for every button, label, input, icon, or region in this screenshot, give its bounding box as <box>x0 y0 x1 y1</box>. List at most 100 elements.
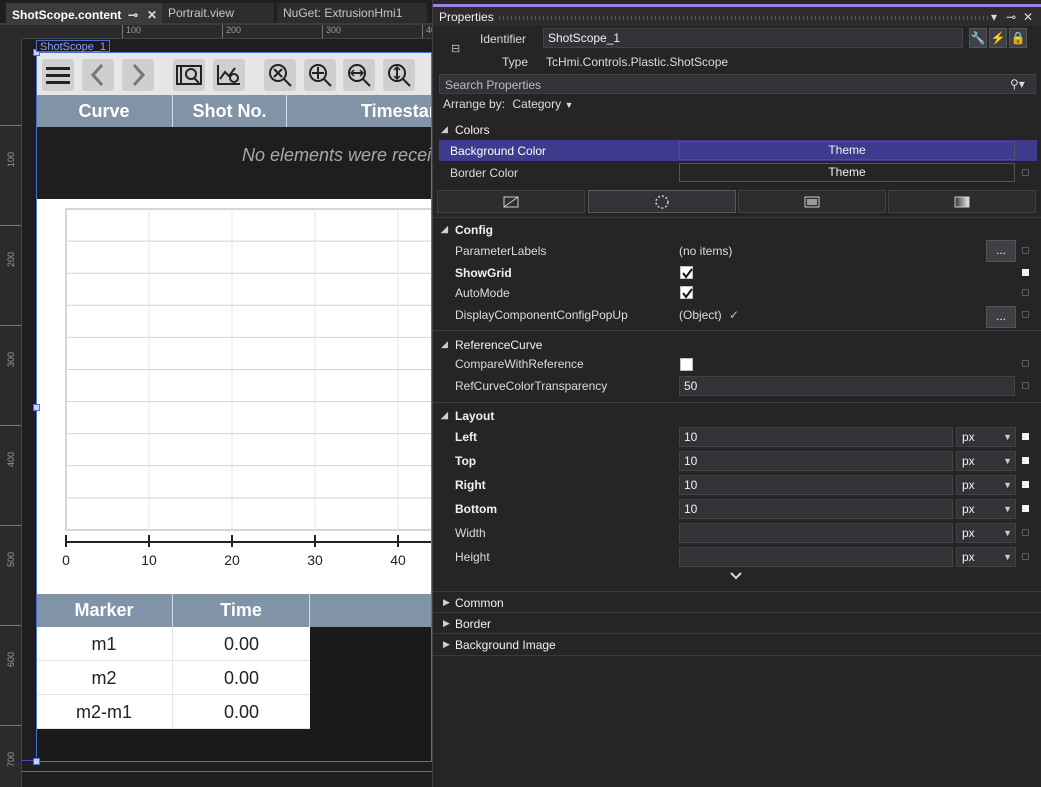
category-title: Colors <box>455 123 490 137</box>
transparency-input[interactable]: 50 <box>679 376 1015 396</box>
reset-marker[interactable] <box>1022 481 1029 488</box>
window-position-dropdown-icon[interactable]: ▾ <box>991 10 997 24</box>
unit-select[interactable]: px ▼ <box>956 499 1016 519</box>
pin-icon[interactable]: ⊸ <box>128 5 138 23</box>
search-properties-input[interactable]: Search Properties ⚲▾ <box>439 74 1036 94</box>
edit-collection-button[interactable]: ... <box>986 240 1016 262</box>
category-common[interactable]: ▶ Common <box>433 593 1041 613</box>
ruler-tick <box>0 725 21 726</box>
automode-checkbox[interactable] <box>680 286 693 299</box>
property-row-right[interactable]: Right 10 px ▼ <box>433 474 1041 496</box>
color-value[interactable]: Theme <box>679 163 1015 182</box>
reset-marker[interactable] <box>1022 433 1029 440</box>
ruler-tick <box>0 225 21 226</box>
tab-label: ShotScope.content <box>12 8 122 22</box>
reset-marker[interactable] <box>1022 382 1029 389</box>
property-name: RefCurveColorTransparency <box>455 379 608 393</box>
expand-triangle-icon: ▶ <box>443 639 450 649</box>
ruler-label: 500 <box>6 551 16 567</box>
chevron-down-icon <box>730 572 742 580</box>
tab-shotscope-content[interactable]: ShotScope.content ⊸ ✕ <box>6 3 162 23</box>
search-icon[interactable]: ⚲▾ <box>1010 77 1025 91</box>
ruler-tick <box>0 625 21 626</box>
property-row-width[interactable]: Width px ▼ <box>433 522 1041 544</box>
properties-panel: Properties ▾ ⊸ ✕ ⊟ Identifier ShotScope_… <box>432 0 1041 787</box>
right-input[interactable]: 10 <box>679 475 953 495</box>
height-input[interactable] <box>679 547 953 567</box>
type-value: TcHmi.Controls.Plastic.ShotScope <box>546 55 729 69</box>
properties-view-button[interactable]: 🔧 <box>969 28 987 48</box>
property-row-comparewithreference[interactable]: CompareWithReference <box>433 353 1041 375</box>
pin-icon[interactable]: ⊸ <box>1006 10 1016 24</box>
identifier-input[interactable]: ShotScope_1 <box>543 28 963 48</box>
drag-grip[interactable] <box>499 16 989 20</box>
unit-select[interactable]: px ▼ <box>956 547 1016 567</box>
reset-marker[interactable] <box>1022 269 1029 276</box>
category-colors[interactable]: ◢ Colors <box>433 120 1041 140</box>
unit-select[interactable]: px ▼ <box>956 427 1016 447</box>
reset-marker[interactable] <box>1022 529 1029 536</box>
reset-marker[interactable] <box>1022 505 1029 512</box>
arrange-label: Arrange by: <box>443 97 506 111</box>
close-icon[interactable]: ✕ <box>147 5 157 23</box>
checkmark-icon <box>682 288 693 299</box>
color-value[interactable]: Theme <box>679 141 1015 160</box>
edit-object-button[interactable]: ... <box>986 306 1016 328</box>
reset-marker[interactable] <box>1022 457 1029 464</box>
ruler-tick <box>122 25 123 38</box>
category-background-image[interactable]: ▶ Background Image <box>433 635 1041 655</box>
brush-none-tab[interactable] <box>437 190 585 213</box>
solid-brush-icon <box>804 196 820 207</box>
compare-checkbox[interactable] <box>680 358 693 371</box>
lock-button[interactable]: 🔒 <box>1009 28 1027 48</box>
ruler-tick <box>0 325 21 326</box>
reset-marker[interactable] <box>1022 553 1029 560</box>
property-row-background-color[interactable]: Background Color Theme <box>439 140 1037 161</box>
reset-marker[interactable] <box>1022 360 1029 367</box>
reset-marker[interactable] <box>1022 289 1029 296</box>
property-row-automode[interactable]: AutoMode <box>433 282 1041 304</box>
page-boundary-guide <box>22 771 432 772</box>
property-row-top[interactable]: Top 10 px ▼ <box>433 450 1041 472</box>
property-row-left[interactable]: Left 10 px ▼ <box>433 426 1041 448</box>
close-icon[interactable]: ✕ <box>1023 10 1033 24</box>
top-input[interactable]: 10 <box>679 451 953 471</box>
designer-surface[interactable]: 100 200 300 40 100 200 300 400 500 600 7… <box>0 25 432 787</box>
resize-handle[interactable] <box>33 758 40 765</box>
showgrid-checkbox[interactable] <box>680 266 693 279</box>
property-row-parameterlabels[interactable]: ParameterLabels (no items) ... <box>433 240 1041 262</box>
property-name: Top <box>455 454 477 468</box>
arrange-by[interactable]: Arrange by: Category ▼ <box>443 97 573 111</box>
show-more-button[interactable] <box>729 570 743 584</box>
property-row-border-color[interactable]: Border Color Theme <box>439 162 1037 183</box>
property-row-displaycomponentconfigpopup[interactable]: DisplayComponentConfigPopUp (Object) ✓ .… <box>433 304 1041 328</box>
ruler-label: 100 <box>126 25 142 35</box>
tab-portrait-view[interactable]: Portrait.view <box>162 3 274 23</box>
tab-nuget[interactable]: NuGet: ExtrusionHmi1 <box>277 3 427 23</box>
left-input[interactable]: 10 <box>679 427 953 447</box>
bottom-input[interactable]: 10 <box>679 499 953 519</box>
properties-title-bar: Properties ▾ ⊸ ✕ <box>433 4 1041 26</box>
category-config[interactable]: ◢ Config <box>433 220 1041 240</box>
resize-handle[interactable] <box>33 404 40 411</box>
property-row-height[interactable]: Height px ▼ <box>433 546 1041 568</box>
category-border[interactable]: ▶ Border <box>433 614 1041 634</box>
reset-marker[interactable] <box>1022 169 1029 176</box>
arrange-value[interactable]: Category <box>512 97 561 111</box>
category-referencecurve[interactable]: ◢ ReferenceCurve <box>433 335 1041 355</box>
property-row-refcurvecolortransparency[interactable]: RefCurveColorTransparency 50 <box>433 375 1041 397</box>
events-view-button[interactable]: ⚡ <box>989 28 1007 48</box>
width-input[interactable] <box>679 523 953 543</box>
property-row-bottom[interactable]: Bottom 10 px ▼ <box>433 498 1041 520</box>
reset-marker[interactable] <box>1022 311 1029 318</box>
category-layout[interactable]: ◢ Layout <box>433 406 1041 426</box>
unit-select[interactable]: px ▼ <box>956 523 1016 543</box>
property-row-showgrid[interactable]: ShowGrid <box>433 262 1041 284</box>
brush-solid-tab[interactable] <box>738 190 886 213</box>
unit-select[interactable]: px ▼ <box>956 475 1016 495</box>
tab-label: Portrait.view <box>168 6 235 20</box>
reset-marker[interactable] <box>1022 247 1029 254</box>
brush-gradient-tab[interactable] <box>888 190 1036 213</box>
unit-select[interactable]: px ▼ <box>956 451 1016 471</box>
brush-theme-tab[interactable] <box>588 190 736 213</box>
